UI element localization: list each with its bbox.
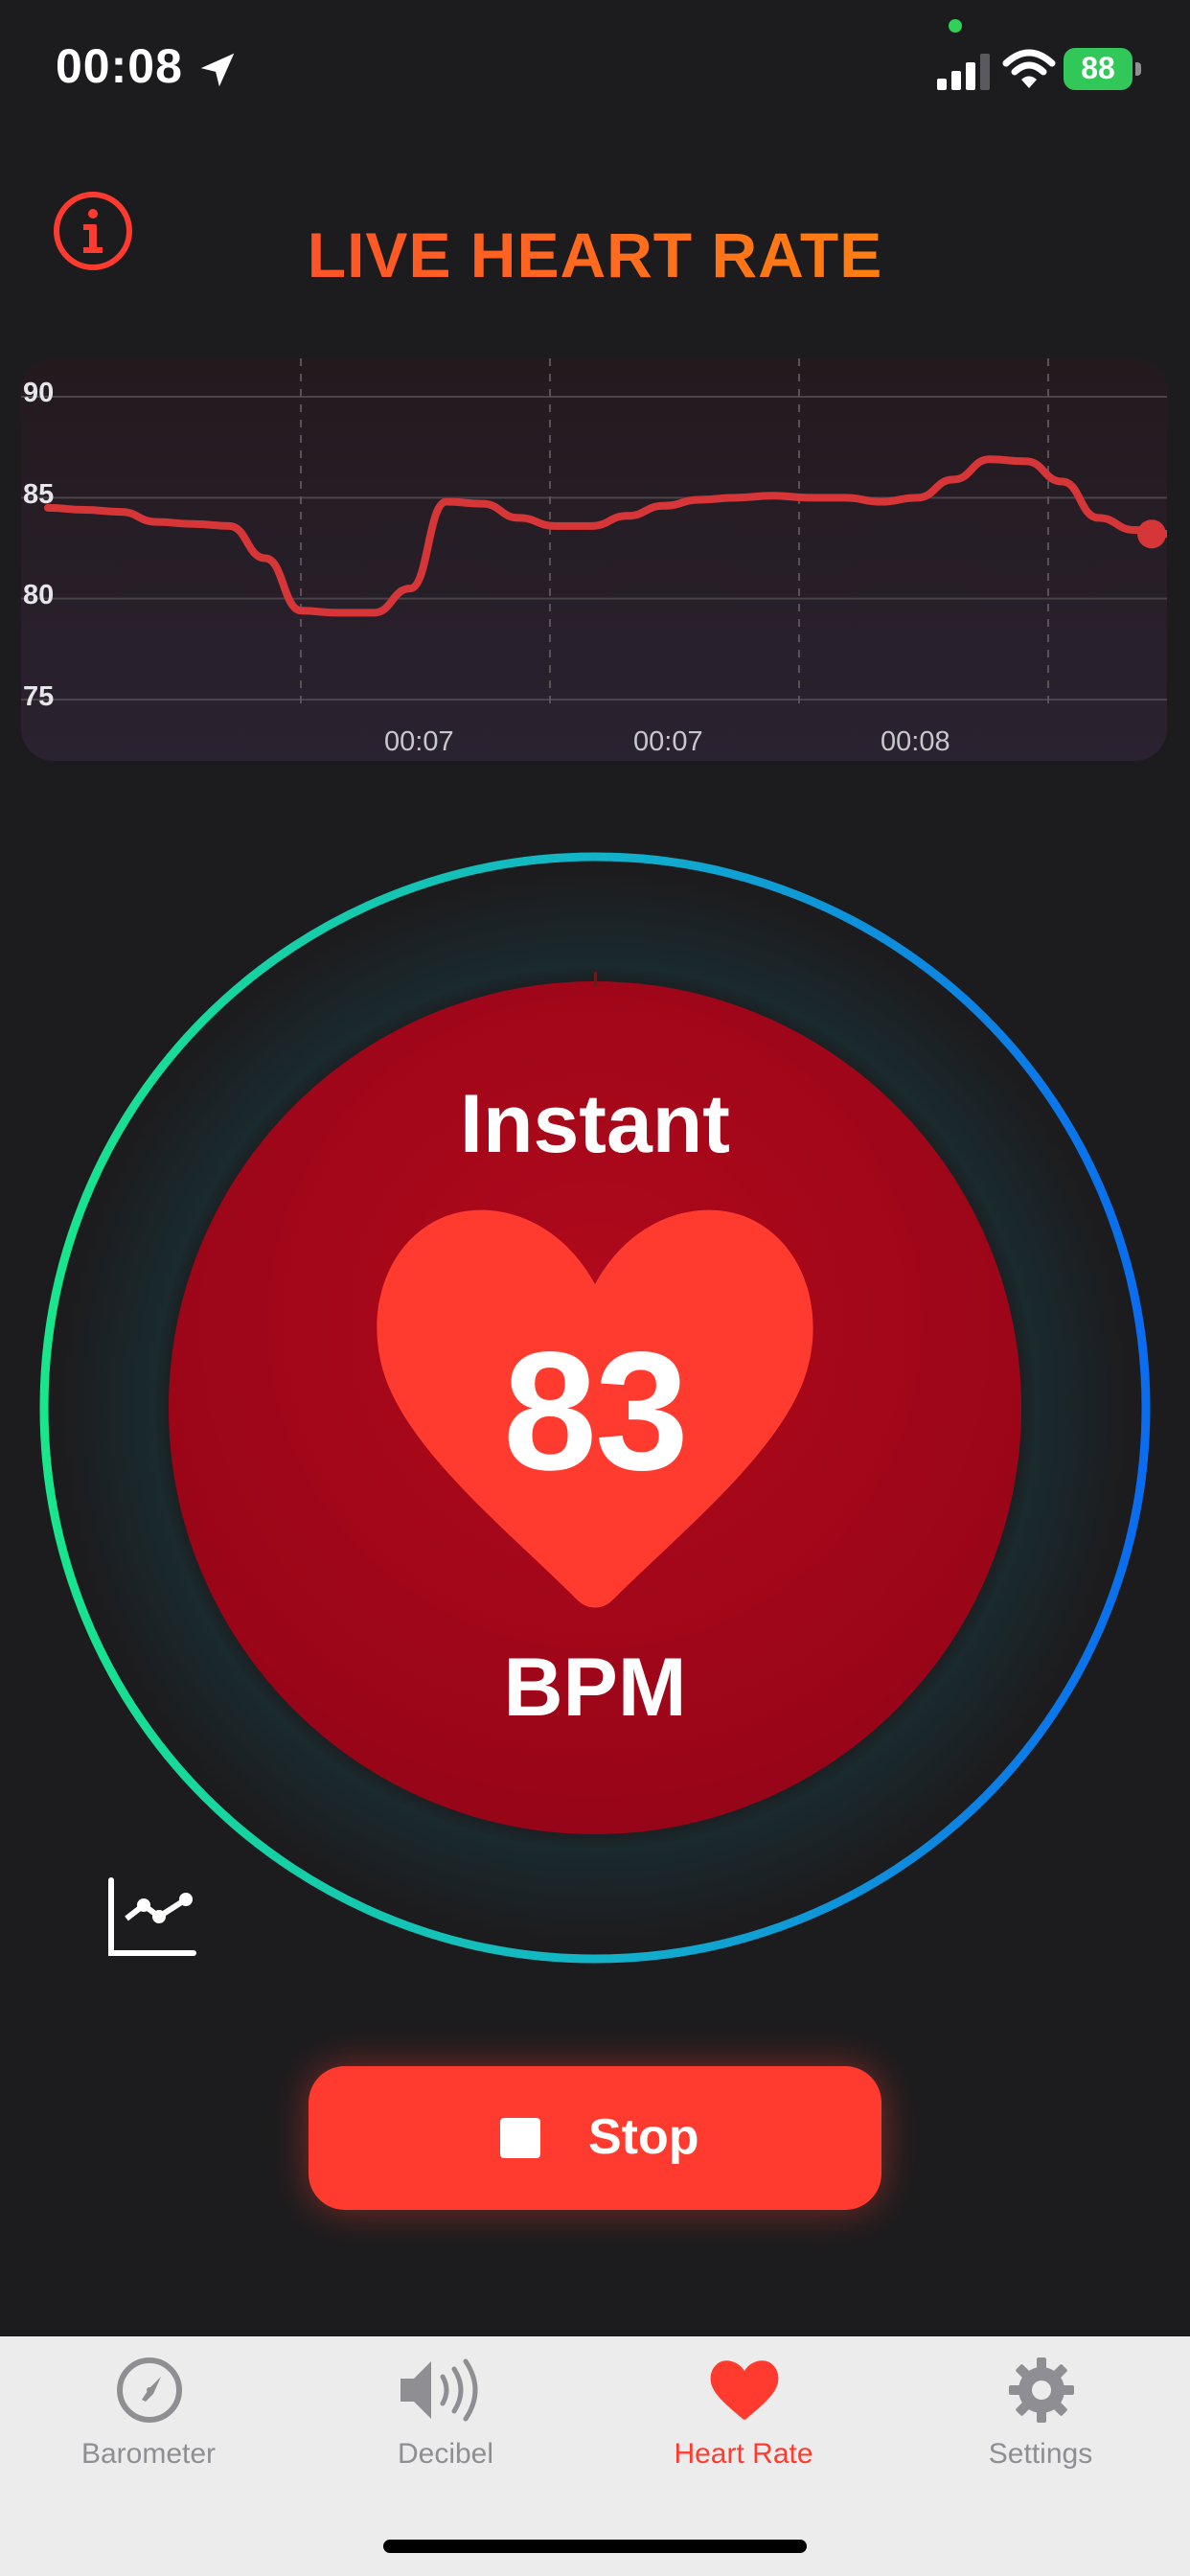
location-arrow-icon (200, 53, 235, 87)
y-tick-label: 75 (23, 681, 55, 712)
home-indicator (383, 2540, 807, 2553)
page-title: LIVE HEART RATE (0, 218, 1190, 291)
speaker-icon (400, 2358, 478, 2422)
tab-heart-rate[interactable]: Heart Rate (595, 2336, 892, 2509)
tab-label: Decibel (397, 2438, 494, 2470)
tab-settings[interactable]: Settings (892, 2336, 1189, 2509)
heart-rate-chart: 90 85 80 75 00:07 00:07 00:08 (21, 358, 1167, 761)
tab-label: Barometer (80, 2438, 217, 2470)
privacy-indicator-dot (949, 19, 962, 33)
heart-icon (710, 2360, 779, 2420)
heart-rate-series-line (44, 455, 1167, 617)
battery-cap (1135, 62, 1141, 76)
stop-button[interactable]: Stop (309, 2066, 881, 2210)
tab-decibel[interactable]: Decibel (297, 2336, 594, 2509)
cellular-signal-icon (937, 54, 990, 90)
battery-indicator: 88 (1064, 48, 1142, 90)
y-tick-label: 80 (23, 580, 55, 610)
stop-label: Stop (588, 2109, 699, 2165)
heart-rate-gauge: Instant 83 BPM (36, 849, 1154, 1966)
gauge-tick-mark (594, 972, 597, 987)
measurement-mode-label: Instant (460, 1078, 730, 1170)
chart-plot (21, 358, 1167, 709)
wifi-icon (1002, 49, 1056, 88)
y-tick-label: 85 (23, 479, 55, 510)
x-tick-label: 00:08 (881, 726, 950, 757)
battery-level: 88 (1081, 51, 1115, 85)
stop-icon (500, 2118, 540, 2158)
history-chart-icon[interactable] (105, 1876, 197, 1959)
status-bar: 00:08 88 (0, 0, 1190, 144)
current-value-point (1137, 519, 1166, 549)
status-time: 00:08 (56, 39, 183, 93)
tab-barometer[interactable]: Barometer (0, 2336, 297, 2509)
tab-label: Settings (988, 2438, 1093, 2470)
bpm-unit: BPM (503, 1642, 687, 1734)
compass-icon (117, 2358, 182, 2423)
x-tick-label: 00:07 (384, 726, 454, 757)
x-tick-label: 00:07 (633, 726, 703, 757)
tab-label: Heart Rate (674, 2438, 813, 2470)
y-tick-label: 90 (23, 378, 55, 408)
bpm-value: 83 (503, 1318, 689, 1506)
gear-icon (1009, 2358, 1074, 2423)
